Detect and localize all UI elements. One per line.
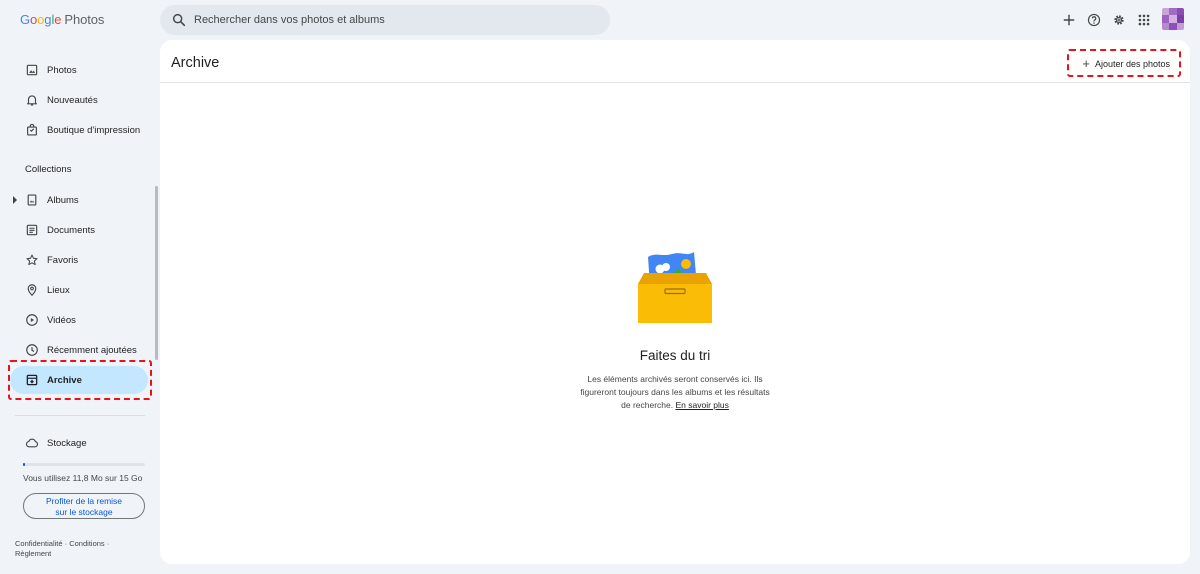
sidebar-item-label: Photos — [47, 64, 77, 76]
sidebar-item-label: Stockage — [47, 437, 87, 449]
album-icon — [27, 194, 37, 206]
empty-state-description: Les éléments archivés seront conservés i… — [575, 373, 775, 412]
top-actions — [1062, 8, 1184, 30]
archive-icon — [26, 374, 38, 386]
empty-state-title: Faites du tri — [639, 348, 711, 363]
search-input[interactable] — [194, 5, 594, 35]
document-icon — [26, 224, 38, 236]
settings-icon[interactable] — [1112, 13, 1126, 27]
sidebar-item-favorites[interactable]: Favoris — [10, 246, 148, 274]
star-icon — [26, 254, 38, 266]
archive-box-illustration — [638, 252, 712, 323]
search-icon[interactable] — [171, 12, 187, 28]
sidebar-item-recently-added[interactable]: Récemment ajoutées — [10, 336, 148, 364]
top-bar: Google Photos — [0, 0, 1200, 40]
sidebar-item-updates[interactable]: Nouveautés — [10, 86, 148, 114]
plus-icon: + — [1082, 56, 1090, 71]
photo-icon — [26, 64, 38, 76]
bell-icon — [27, 95, 37, 106]
sidebar-item-label: Favoris — [47, 254, 79, 266]
play-circle-icon — [26, 314, 38, 326]
add-photos-label: Ajouter des photos — [1094, 59, 1170, 69]
apps-grid-icon[interactable] — [1137, 13, 1151, 27]
search-bar[interactable] — [160, 5, 610, 35]
avatar[interactable] — [1162, 8, 1184, 30]
help-icon[interactable] — [1087, 13, 1101, 27]
footer-links: Confidentialité · Conditions · Règlement — [15, 539, 145, 559]
promo-line-2: sur le stockage — [55, 507, 113, 517]
sidebar: Photos Nouveautés Boutique d'impression … — [0, 40, 158, 574]
sidebar-item-albums[interactable]: Albums — [10, 186, 148, 214]
page-title: Archive — [171, 55, 220, 71]
sidebar-item-photos[interactable]: Photos — [10, 56, 148, 84]
sidebar-item-videos[interactable]: Vidéos — [10, 306, 148, 334]
sidebar-item-label: Récemment ajoutées — [47, 344, 137, 356]
sidebar-item-places[interactable]: Lieux — [10, 276, 148, 304]
sidebar-item-print-store[interactable]: Boutique d'impression — [10, 116, 148, 144]
cloud-icon — [25, 438, 39, 448]
google-photos-logo[interactable]: Google Photos — [20, 12, 104, 27]
shopping-bag-icon — [27, 123, 37, 136]
policy-link[interactable]: Règlement — [15, 549, 51, 558]
storage-usage-fill — [23, 463, 25, 466]
plus-icon[interactable] — [1062, 13, 1076, 27]
sidebar-item-label: Archive — [47, 374, 82, 386]
sidebar-item-label: Lieux — [47, 284, 70, 296]
sidebar-divider — [15, 415, 145, 416]
storage-usage-bar — [23, 463, 145, 466]
sidebar-item-label: Vidéos — [47, 314, 76, 326]
main-header: Archive + Ajouter des photos — [160, 40, 1190, 83]
storage-promo-button[interactable]: Profiter de la remise sur le stockage — [23, 493, 145, 519]
sidebar-item-documents[interactable]: Documents — [10, 216, 148, 244]
sidebar-item-archive[interactable]: Archive — [10, 366, 148, 394]
sidebar-item-label: Boutique d'impression — [47, 124, 141, 136]
terms-link[interactable]: Conditions — [69, 539, 104, 548]
footer-separator: · — [106, 539, 110, 548]
privacy-link[interactable]: Confidentialité — [15, 539, 63, 548]
sidebar-scrollbar[interactable] — [155, 186, 158, 360]
sidebar-item-storage[interactable]: Stockage — [10, 429, 148, 457]
sidebar-item-label: Albums — [47, 194, 79, 206]
main-panel: Archive + Ajouter des photos Faites du t… — [160, 40, 1190, 564]
footer-separator: · — [64, 539, 68, 548]
sidebar-item-label: Documents — [47, 224, 96, 236]
clock-icon — [26, 344, 38, 356]
location-pin-icon — [27, 284, 37, 297]
sidebar-item-label: Nouveautés — [47, 94, 98, 106]
storage-usage-text: Vous utilisez 11,8 Mo sur 15 Go — [23, 473, 143, 483]
collections-heading: Collections — [25, 164, 72, 175]
promo-line-1: Profiter de la remise — [45, 496, 123, 506]
learn-more-link[interactable]: En savoir plus — [675, 400, 728, 410]
add-photos-button[interactable]: + Ajouter des photos — [1082, 52, 1170, 76]
